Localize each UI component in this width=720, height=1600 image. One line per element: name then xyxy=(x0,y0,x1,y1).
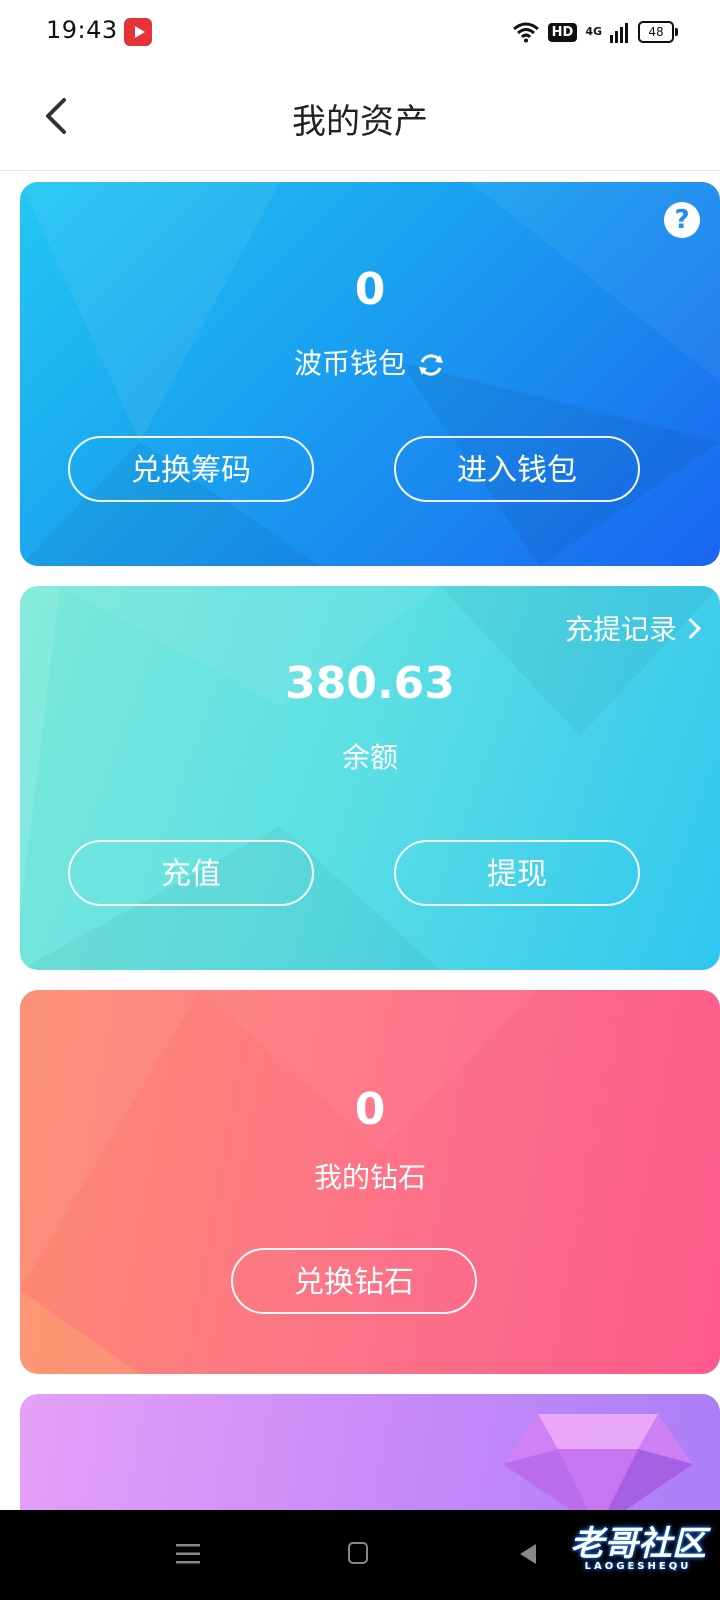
withdraw-button[interactable]: 提现 xyxy=(394,840,640,906)
status-icons: HD 4G 48 xyxy=(512,18,678,46)
balance-label: 余额 xyxy=(341,741,398,774)
recharge-records-label: 充提记录 xyxy=(564,613,677,646)
hd-badge: HD xyxy=(547,22,578,42)
exchange-chips-button[interactable]: 兑换筹码 xyxy=(68,436,314,502)
balance-amount: 380.63 xyxy=(285,658,455,709)
wallet-label: 波币钱包 xyxy=(293,347,406,380)
system-nav-bar: 老哥社区 LAOGESHEQU xyxy=(0,1510,720,1600)
page-title: 我的资产 xyxy=(292,102,428,142)
battery-icon: 48 xyxy=(638,21,678,43)
watermark-text: 老哥社区 xyxy=(570,1524,706,1564)
status-bar: 19:43 HD 4G 48 xyxy=(0,0,720,64)
status-time: 19:43 xyxy=(46,16,118,44)
app-notification-icon xyxy=(124,18,152,46)
fourth-card xyxy=(20,1394,720,1524)
help-icon[interactable]: ? xyxy=(664,202,700,238)
recharge-button[interactable]: 充值 xyxy=(68,840,314,906)
menu-icon[interactable] xyxy=(176,1544,200,1564)
watermark-logo: 老哥社区 LAOGESHEQU xyxy=(570,1516,706,1572)
home-button[interactable] xyxy=(348,1542,368,1564)
nav-bar: 我的资产 xyxy=(0,64,720,171)
watermark-subtext: LAOGESHEQU xyxy=(584,1561,692,1572)
balance-card: 充提记录 380.63 余额 充值 提现 xyxy=(20,586,720,970)
network-type: 4G xyxy=(585,25,602,38)
diamond-amount: 0 xyxy=(354,1084,386,1135)
diamond-card: 0 我的钻石 兑换钻石 xyxy=(20,990,720,1374)
system-back-icon[interactable] xyxy=(520,1544,536,1564)
chevron-right-icon xyxy=(679,617,702,640)
wallet-amount: 0 xyxy=(354,264,386,315)
wifi-icon xyxy=(512,22,539,43)
wallet-card: ? 0 波币钱包 兑换筹码 进入钱包 xyxy=(20,182,720,566)
enter-wallet-button[interactable]: 进入钱包 xyxy=(394,436,640,502)
refresh-icon[interactable] xyxy=(416,350,446,380)
wallet-label-row: 波币钱包 xyxy=(20,342,720,382)
gem-icon xyxy=(503,1414,693,1524)
exchange-diamonds-button[interactable]: 兑换钻石 xyxy=(231,1248,477,1314)
signal-icon xyxy=(610,23,628,43)
recharge-records-link[interactable]: 充提记录 xyxy=(564,608,702,648)
diamond-label: 我的钻石 xyxy=(313,1161,426,1194)
